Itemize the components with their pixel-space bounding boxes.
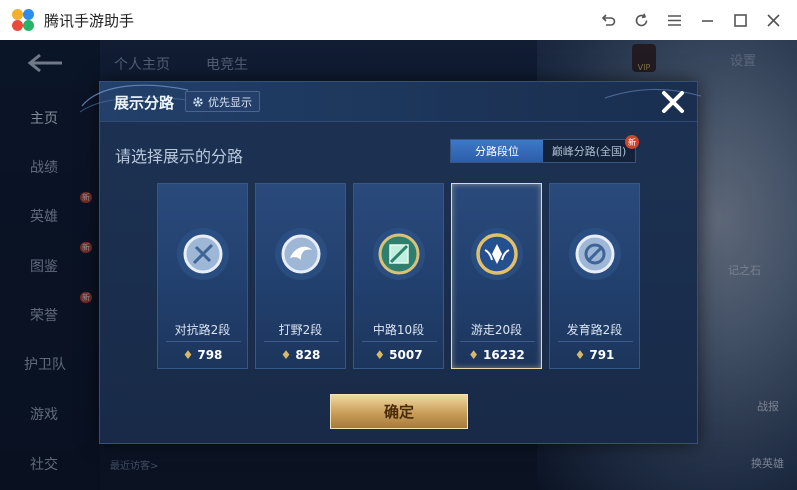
modal-header: 展示分路 优先显示 (79, 82, 702, 122)
lane-card-jungle[interactable]: 打野2段 ♦ 828 (255, 183, 346, 369)
roam-icon (471, 228, 523, 280)
close-icon[interactable] (659, 88, 687, 116)
undo-icon[interactable] (599, 11, 618, 30)
lane-score: ♦ 791 (550, 348, 639, 362)
tab-lane-rank[interactable]: 分路段位 (451, 140, 543, 162)
lane-display-modal: 展示分路 优先显示 请选择展示的分路 分路段位 巅峰分路(全国) 新 对抗路2段 (79, 81, 702, 444)
new-badge: 新 (625, 135, 639, 149)
lane-score-value: 798 (197, 348, 223, 362)
lane-score: ♦ 828 (256, 348, 345, 362)
farm-lane-icon (569, 228, 621, 280)
lane-card-roam[interactable]: 游走20段 ♦ 16232 (451, 183, 542, 369)
lane-card-farm[interactable]: 发育路2段 ♦ 791 (549, 183, 640, 369)
refresh-icon[interactable] (632, 11, 651, 30)
maximize-icon[interactable] (731, 11, 750, 30)
mid-lane-icon (373, 228, 425, 280)
priority-display-button[interactable]: 优先显示 (185, 91, 260, 112)
divider (264, 341, 339, 342)
lane-score-value: 16232 (483, 348, 525, 362)
lane-score-value: 791 (589, 348, 615, 362)
lane-name: 发育路2段 (566, 323, 623, 337)
tab-peak-lane[interactable]: 巅峰分路(全国) (543, 140, 635, 162)
divider (166, 341, 241, 342)
divider (460, 341, 535, 342)
gem-icon: ♦ (280, 348, 292, 362)
close-icon[interactable] (764, 11, 783, 30)
clash-lane-icon (177, 228, 229, 280)
lane-name: 打野2段 (278, 323, 323, 337)
gem-icon: ♦ (574, 348, 586, 362)
menu-icon[interactable] (665, 11, 684, 30)
jungle-icon (275, 228, 327, 280)
lane-name: 对抗路2段 (174, 323, 231, 337)
lane-cards: 对抗路2段 ♦ 798 打野2段 ♦ 828 中路10段 ♦ 5007 游走20… (157, 183, 641, 369)
lane-score-value: 828 (295, 348, 321, 362)
lane-name: 中路10段 (372, 323, 425, 337)
priority-display-label: 优先显示 (208, 95, 252, 109)
decorative-swirl-icon (605, 88, 702, 99)
confirm-button[interactable]: 确定 (330, 394, 468, 429)
lane-mode-toggle: 分路段位 巅峰分路(全国) 新 (450, 135, 639, 163)
modal-title: 展示分路 (114, 94, 175, 112)
gem-icon: ♦ (468, 348, 479, 362)
lane-score: ♦ 5007 (354, 348, 443, 362)
divider (362, 341, 437, 342)
minimize-icon[interactable] (698, 11, 717, 30)
lane-card-mid[interactable]: 中路10段 ♦ 5007 (353, 183, 444, 369)
gem-icon: ♦ (374, 348, 386, 362)
divider (558, 341, 633, 342)
modal-subtitle: 请选择展示的分路 (115, 147, 244, 166)
lane-score: ♦ 16232 (452, 348, 541, 362)
gem-icon: ♦ (182, 348, 194, 362)
gear-icon (193, 96, 203, 107)
app-title: 腾讯手游助手 (44, 11, 135, 30)
lane-score-value: 5007 (389, 348, 423, 362)
lane-card-clash[interactable]: 对抗路2段 ♦ 798 (157, 183, 248, 369)
app-logo-icon (12, 9, 34, 31)
lane-name: 游走20段 (470, 323, 523, 337)
window-titlebar: 腾讯手游助手 (0, 0, 797, 40)
lane-score: ♦ 798 (158, 348, 247, 362)
